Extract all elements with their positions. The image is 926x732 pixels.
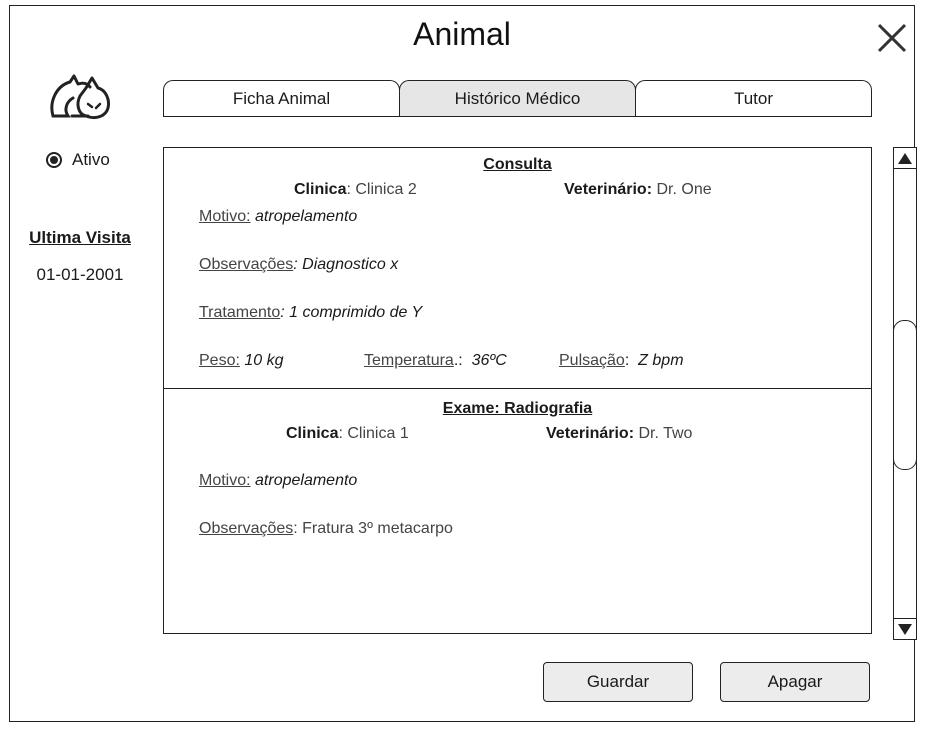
record-consulta: Consulta Clinica: Clinica 2 Veterinário:… [164, 148, 871, 388]
record-temperatura: Temperatura.: 36ºC [364, 352, 507, 369]
record-title: Consulta [483, 156, 552, 173]
window-title: Animal [413, 16, 511, 52]
record-vet: Veterinário: Dr. Two [546, 425, 693, 442]
medical-history-list: Consulta Clinica: Clinica 2 Veterinário:… [163, 147, 872, 634]
tab-tutor[interactable]: Tutor [635, 80, 872, 117]
vertical-scrollbar[interactable] [893, 147, 917, 640]
last-visit-date: 01-01-2001 [36, 265, 124, 284]
scrollbar-thumb[interactable] [893, 320, 917, 470]
tab-historico-medico[interactable]: Histórico Médico [399, 80, 636, 117]
status-radio[interactable]: Ativo [46, 150, 110, 170]
record-observacoes: Observações: Fratura 3º metacarpo [199, 520, 453, 537]
record-motivo: Motivo: atropelamento [199, 208, 358, 225]
delete-button[interactable]: Apagar [720, 662, 870, 702]
record-clinic: Clinica: Clinica 1 [286, 425, 409, 442]
record-motivo: Motivo: atropelamento [199, 472, 358, 489]
tab-ficha-animal[interactable]: Ficha Animal [163, 80, 400, 117]
record-pulsacao: Pulsação: Z bpm [559, 352, 684, 369]
record-title: Exame: Radiografia [442, 400, 593, 417]
record-vet: Veterinário: Dr. One [564, 181, 712, 198]
arrow-down-icon[interactable] [894, 618, 916, 639]
record-observacoes: Observações: Diagnostico x [199, 256, 399, 273]
tab-bar: Ficha Animal Histórico Médico Tutor [163, 80, 872, 118]
save-button[interactable]: Guardar [543, 662, 693, 702]
record-peso: Peso: 10 kg [199, 352, 284, 369]
animal-dialog: Animal Ativo Ultima Visita 01-01-2001 Fi… [9, 5, 917, 722]
record-clinic: Clinica: Clinica 2 [294, 181, 417, 198]
status-label: Ativo [72, 150, 110, 169]
last-visit-label: Ultima Visita [29, 228, 131, 247]
radio-selected-icon[interactable] [46, 152, 62, 168]
record-exame: Exame: Radiografia Clinica: Clinica 1 Ve… [164, 388, 871, 633]
record-tratamento: Tratamento: 1 comprimido de Y [199, 304, 423, 321]
close-icon[interactable] [876, 22, 908, 54]
cat-dog-logo-icon [50, 74, 110, 120]
tab-underline [163, 116, 872, 117]
arrow-up-icon[interactable] [894, 148, 916, 169]
